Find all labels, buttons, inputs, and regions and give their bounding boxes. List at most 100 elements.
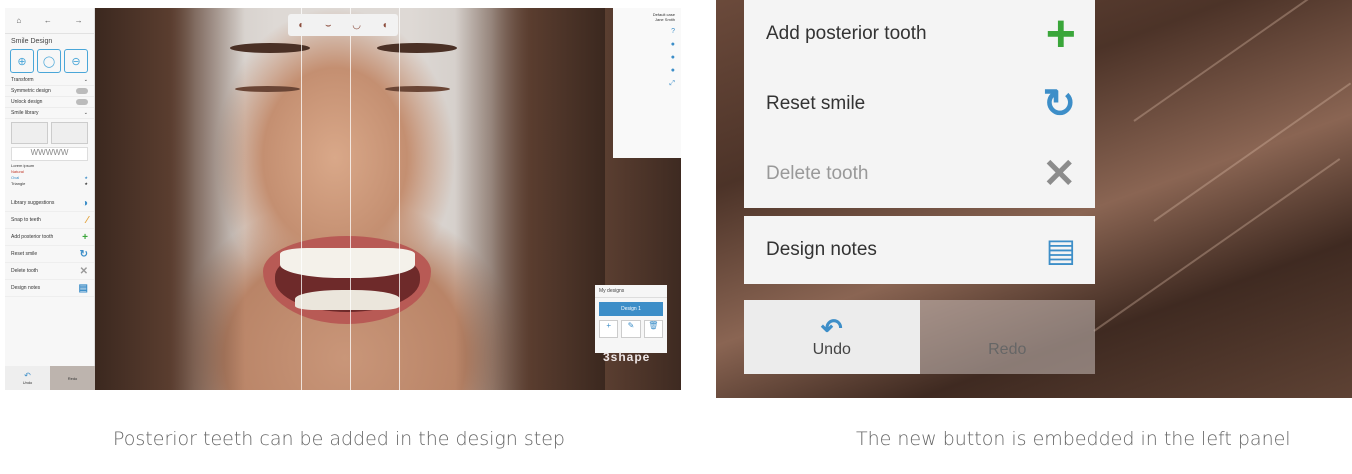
- patient-name: Jane Smith: [654, 17, 675, 22]
- action-menu: Add posterior tooth + Reset smile ↻ Delete t…: [744, 0, 1095, 208]
- section-smile-library[interactable]: Smile library ⌄: [5, 108, 94, 119]
- redo-button[interactable]: Redo: [50, 366, 95, 390]
- chevron-down-icon: ⌄: [83, 110, 88, 116]
- plus-icon: +: [1045, 5, 1076, 63]
- chevron-down-icon: ⌄: [83, 77, 88, 83]
- magic-wand-icon: ⁄: [86, 214, 88, 226]
- left-panel: ⌂ ← → Smile Design ⊕ ◯ ⊖ Transform ⌄ Symm…: [5, 8, 95, 390]
- view-icon[interactable]: ●: [619, 67, 675, 74]
- right-panel: Default case Jane Smith ? ● ● ● ⤢: [613, 8, 681, 158]
- delete-icon[interactable]: 🗑: [643, 320, 663, 338]
- unlock-design-row: Unlock design: [5, 97, 94, 108]
- redo-button[interactable]: Redo: [919, 300, 1095, 374]
- smile-icon[interactable]: ⌣: [325, 20, 332, 31]
- hair-strand: [1093, 158, 1341, 332]
- library-thumb[interactable]: [51, 122, 88, 144]
- my-designs-panel: My designs Design 1 + ✎ 🗑: [595, 285, 667, 353]
- panel-action[interactable]: Reset smile ↻: [5, 246, 94, 263]
- add-tooth-mode-icon[interactable]: ⊕: [10, 49, 34, 73]
- nav-row: ⌂ ← →: [5, 8, 94, 34]
- menu-item-label: Reset smile: [766, 93, 866, 114]
- panel-action[interactable]: Design notes ▤: [5, 280, 94, 297]
- mode-selector: ⊕ ◯ ⊖: [5, 47, 94, 75]
- library-thumb[interactable]: [11, 122, 48, 144]
- teeth-outline-strip[interactable]: WWWWW: [11, 147, 88, 161]
- action-label: Snap to teeth: [11, 217, 41, 223]
- undo-label: Undo: [812, 341, 851, 358]
- redo-label: Redo: [988, 341, 1027, 358]
- library-thumbnails: [11, 122, 88, 144]
- panel-action[interactable]: Add posterior tooth +: [5, 229, 94, 246]
- hair-strand: [1133, 0, 1348, 122]
- view-toolbar: ◐ ⌣ ◡ ◖: [288, 14, 398, 36]
- guide-line[interactable]: [350, 8, 351, 390]
- eye-right: [385, 86, 450, 92]
- panel-action[interactable]: Delete tooth ✕: [5, 263, 94, 280]
- view-icon[interactable]: ●: [619, 54, 675, 61]
- action-label: Library suggestions: [11, 200, 55, 206]
- undo-redo-bar: ↶ Undo Redo: [744, 300, 1095, 374]
- design-1-button[interactable]: Design 1: [599, 302, 663, 316]
- option-label: Triangle: [11, 181, 26, 186]
- undo-button[interactable]: ↶ Undo: [5, 366, 50, 390]
- new-design-icon[interactable]: +: [599, 320, 619, 338]
- menu-item-label: Delete tooth: [766, 163, 869, 184]
- notes-icon: ▤: [1045, 232, 1076, 268]
- my-designs-header[interactable]: My designs: [595, 285, 667, 298]
- close-icon: ✕: [79, 265, 88, 277]
- eye-left: [235, 86, 300, 92]
- section-transform[interactable]: Transform ⌄: [5, 75, 94, 86]
- redo-label: Redo: [67, 375, 78, 381]
- star-icon[interactable]: ★: [84, 181, 88, 187]
- info-icon: ◑: [81, 197, 88, 209]
- forward-icon[interactable]: →: [75, 16, 83, 25]
- unlock-toggle[interactable]: [76, 99, 88, 105]
- notes-icon: ▤: [78, 282, 88, 294]
- hair-strand: [1153, 82, 1352, 222]
- smile-design-screenshot: ◐ ⌣ ◡ ◖ ⌂ ← → Smile Design ⊕ ◯ ⊖ Transfo…: [5, 8, 681, 390]
- action-label: Add posterior tooth: [11, 234, 54, 240]
- fullscreen-icon[interactable]: ⤢: [619, 80, 675, 88]
- undo-label: Undo: [22, 380, 33, 385]
- eyebrow-left: [230, 43, 310, 53]
- guide-line[interactable]: [301, 8, 302, 390]
- action-label: Design notes: [11, 285, 41, 291]
- tooth-icon[interactable]: ◖: [382, 20, 388, 31]
- lips-icon[interactable]: ◡: [352, 20, 361, 31]
- panel-action[interactable]: Library suggestions ◑: [5, 195, 94, 212]
- panel-title: Smile Design: [11, 38, 53, 45]
- reset-icon: ↻: [79, 248, 88, 260]
- plus-icon: +: [82, 231, 88, 243]
- reset-icon: ↻: [1042, 82, 1076, 126]
- undo-icon: ↶: [820, 313, 843, 343]
- design-notes-section: Design notes ▤: [744, 216, 1095, 284]
- home-icon[interactable]: ⌂: [16, 16, 21, 25]
- left-panel-zoom-screenshot: Add posterior tooth + Reset smile ↻ Delete t…: [714, 0, 1352, 398]
- help-icon[interactable]: ?: [619, 28, 675, 35]
- hair-right: [455, 8, 605, 390]
- tooth-outline-icon[interactable]: ◯: [37, 49, 61, 73]
- rename-icon[interactable]: ✎: [621, 320, 641, 338]
- design-notes-button[interactable]: Design notes ▤: [766, 232, 1076, 268]
- hair-left: [95, 8, 245, 390]
- brand-logo: 3shape: [603, 350, 651, 364]
- menu-item-add-posterior-tooth[interactable]: Add posterior tooth +: [766, 8, 1076, 60]
- back-icon[interactable]: ←: [44, 16, 52, 25]
- section-label: Transform: [11, 77, 34, 83]
- panel-action[interactable]: Snap to teeth ⁄: [5, 212, 94, 229]
- guide-line[interactable]: [399, 8, 400, 390]
- face-icon[interactable]: ◐: [298, 20, 304, 31]
- action-label: Reset smile: [11, 251, 38, 257]
- row-label: Symmetric design: [11, 88, 51, 94]
- undo-icon: ↶: [24, 371, 31, 380]
- menu-item-reset-smile[interactable]: Reset smile ↻: [766, 82, 1076, 126]
- arch-icon[interactable]: ⊖: [64, 49, 88, 73]
- undo-redo-bar: ↶ Undo Redo: [5, 366, 95, 390]
- lower-teeth: [295, 290, 400, 310]
- view-icon[interactable]: ●: [619, 41, 675, 48]
- divider: [714, 0, 716, 398]
- symmetric-toggle[interactable]: [76, 88, 88, 94]
- row-label: Unlock design: [11, 99, 43, 105]
- close-icon: ✕: [1042, 152, 1076, 196]
- undo-button[interactable]: ↶ Undo: [744, 300, 920, 374]
